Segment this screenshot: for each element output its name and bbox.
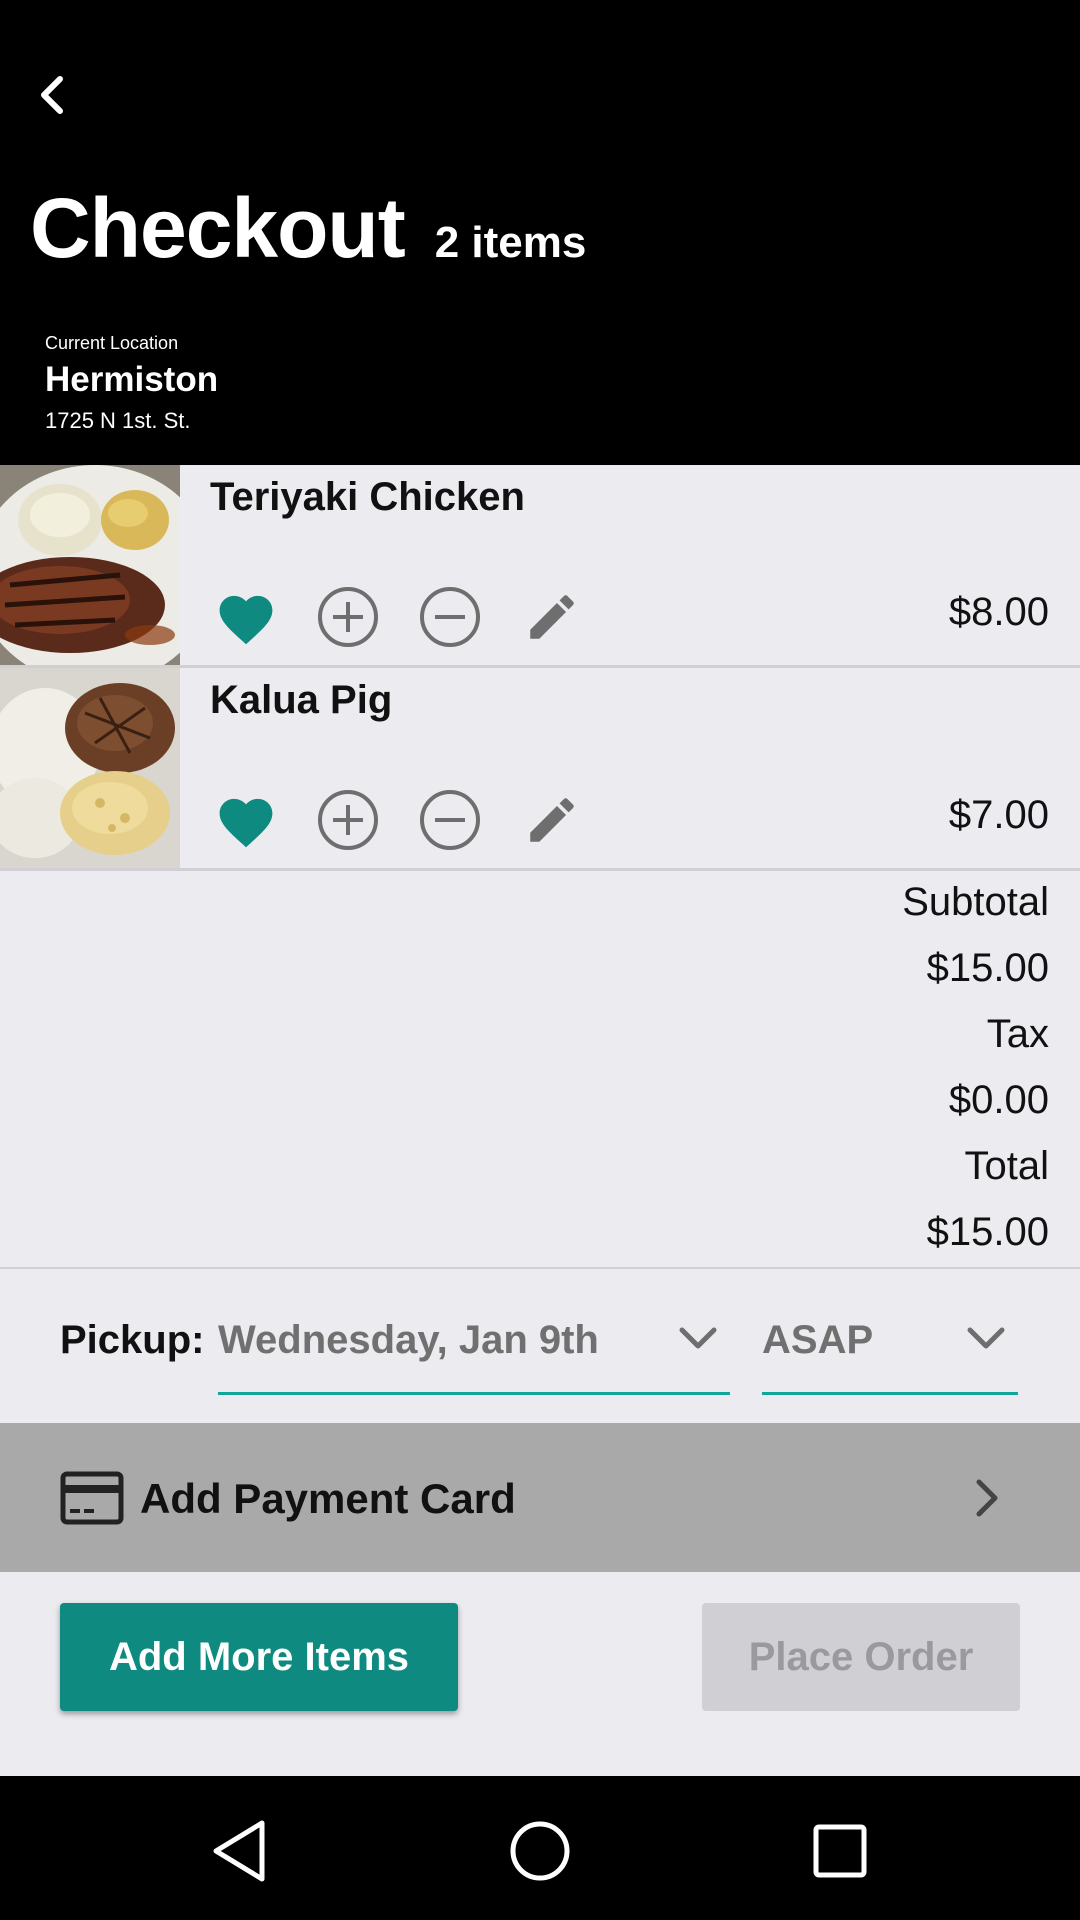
current-location-label: Current Location [45,333,179,353]
pickup-date-dropdown[interactable]: Wednesday, Jan 9th [218,1300,730,1395]
add-more-items-button[interactable]: Add More Items [60,1603,458,1711]
item-name: Kalua Pig [210,678,393,722]
back-button[interactable] [30,70,74,120]
nav-back-button[interactable] [200,1816,280,1886]
add-payment-card-label: Add Payment Card [140,1475,516,1522]
heart-icon [219,798,273,848]
item-actions [212,786,620,854]
checkout-header: Checkout 2 items Current Location Hermis… [0,0,1080,465]
pencil-icon [530,595,574,639]
tax-label: Tax [986,1012,1049,1056]
cart-item: Kalua Pig $7.00 [0,668,1080,871]
item-count: 2 items [434,218,587,267]
pickup-date-value: Wednesday, Jan 9th [218,1318,599,1362]
pickup-time-dropdown[interactable]: ASAP [762,1300,1018,1395]
nav-home-button[interactable] [500,1816,580,1886]
item-name: Teriyaki Chicken [210,475,525,519]
item-price: $7.00 [948,793,1049,837]
item-actions [212,583,620,651]
order-totals: Subtotal $15.00 Tax $0.00 Total $15.00 [0,872,1080,1269]
increase-quantity-button[interactable] [314,786,382,854]
nav-recents-button[interactable] [800,1816,880,1886]
decrease-quantity-button[interactable] [416,786,484,854]
total-label: Total [964,1144,1050,1188]
cart-item: Teriyaki Chicken $8.00 [0,465,1080,668]
place-order-button[interactable]: Place Order [702,1603,1020,1711]
plus-circle-icon [318,790,378,850]
location-address: 1725 N 1st. St. [45,408,191,433]
item-price: $8.00 [948,590,1049,634]
increase-quantity-button[interactable] [314,583,382,651]
item-photo-kalua-pig [0,668,180,868]
favorite-button[interactable] [212,583,280,651]
chevron-down-icon [967,1327,1005,1349]
credit-card-icon [60,1471,124,1525]
square-recents-icon [813,1824,867,1878]
pickup-label: Pickup: [60,1318,205,1362]
subtotal-value: $15.00 [926,946,1049,990]
minus-circle-icon [420,587,480,647]
page-title: Checkout [30,181,406,275]
heart-icon [219,595,273,645]
pickup-time-value: ASAP [762,1318,874,1362]
decrease-quantity-button[interactable] [416,583,484,651]
tax-value: $0.00 [948,1078,1049,1122]
location-name: Hermiston [45,360,219,399]
chevron-down-icon [679,1327,717,1349]
title-row: Checkout 2 items [30,180,586,277]
favorite-button[interactable] [212,786,280,854]
edit-item-button[interactable] [518,583,586,651]
triangle-back-icon [213,1820,265,1882]
subtotal-label: Subtotal [902,880,1049,924]
total-value: $15.00 [926,1210,1049,1254]
plus-circle-icon [318,587,378,647]
chevron-left-icon [41,76,63,114]
edit-item-button[interactable] [518,786,586,854]
item-photo-teriyaki-chicken [0,465,180,665]
chevron-right-icon [976,1479,998,1517]
system-navigation-bar [0,1776,1080,1920]
pencil-icon [530,798,574,842]
minus-circle-icon [420,790,480,850]
add-payment-card-row[interactable]: Add Payment Card [0,1423,1080,1572]
circle-home-icon [510,1821,570,1881]
